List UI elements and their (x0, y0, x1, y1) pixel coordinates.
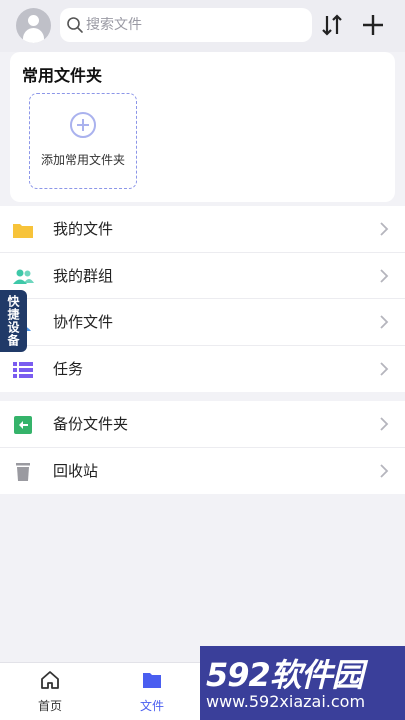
chevron-right-icon (380, 463, 389, 478)
folder-icon (143, 673, 161, 688)
list-item-label: 备份文件夹 (53, 415, 129, 434)
chevron-right-icon (380, 417, 389, 431)
watermark-brand: 592软件园 (206, 656, 364, 694)
add-circle-icon (70, 112, 96, 138)
tab-files-label: 文件 (139, 699, 164, 713)
trash-icon (16, 462, 30, 481)
site-watermark: 592软件园 www.592xiazai.com (200, 646, 405, 720)
folder-icon (13, 224, 33, 238)
list-item-tasks[interactable]: 任务 (0, 346, 405, 393)
list-item-collab-files[interactable]: 协作文件 (0, 299, 405, 346)
search-box[interactable] (60, 8, 312, 42)
list-item-backup-folder[interactable]: 备份文件夹 (0, 401, 405, 448)
list-item-recycle-bin[interactable]: 回收站 (0, 448, 405, 495)
secondary-list: 备份文件夹 回收站 (0, 401, 405, 494)
add-favorite-folder-button[interactable]: 添加常用文件夹 (29, 93, 137, 189)
tab-home-label: 首页 (37, 699, 62, 713)
quick-device-tab[interactable]: 快捷设备 (0, 290, 27, 352)
watermark-url: www.592xiazai.com (206, 692, 366, 711)
chevron-right-icon (380, 315, 389, 329)
group-icon (13, 269, 34, 284)
plus-icon[interactable] (360, 12, 386, 38)
chevron-right-icon (380, 222, 389, 236)
list-item-label: 我的群组 (53, 266, 114, 285)
add-favorite-folder-label: 添加常用文件夹 (40, 153, 125, 167)
tab-files[interactable]: 文件 (122, 669, 182, 714)
tab-home[interactable]: 首页 (20, 669, 80, 714)
top-bar (0, 0, 405, 52)
list-item-label: 任务 (53, 360, 84, 379)
list-item-label: 回收站 (53, 462, 99, 481)
avatar[interactable] (16, 8, 51, 43)
home-icon (41, 671, 59, 689)
chevron-right-icon (380, 361, 389, 376)
sort-icon[interactable] (320, 12, 344, 38)
favorite-folders-title: 常用文件夹 (22, 66, 103, 85)
backup-icon (14, 416, 32, 434)
list-item-label: 我的文件 (53, 220, 114, 239)
favorite-folders-card: 常用文件夹 添加常用文件夹 (10, 52, 395, 202)
chevron-right-icon (380, 268, 389, 283)
list-item-my-groups[interactable]: 我的群组 (0, 253, 405, 299)
list-item-label: 协作文件 (53, 313, 114, 332)
search-input[interactable] (86, 17, 296, 33)
list-item-my-files[interactable]: 我的文件 (0, 206, 405, 253)
main-list: 我的文件 我的群组 协作文件 任务 (0, 206, 405, 392)
search-icon (67, 17, 83, 33)
task-list-icon (13, 361, 33, 378)
